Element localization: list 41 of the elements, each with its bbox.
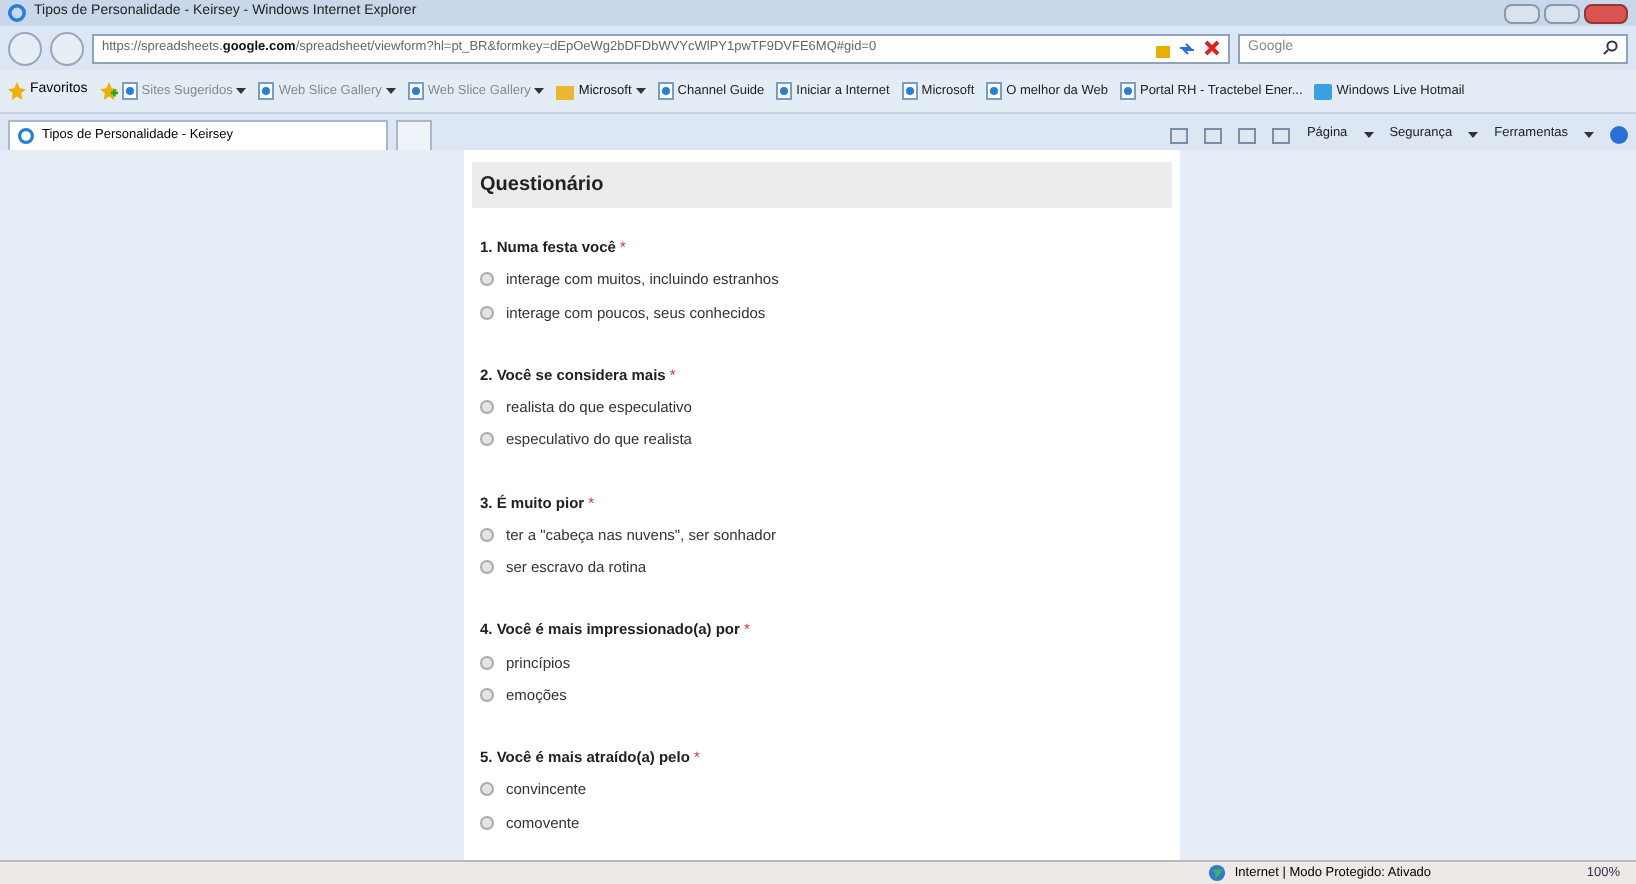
globe-icon xyxy=(1208,864,1227,882)
radio-button[interactable] xyxy=(480,400,494,415)
stop-icon xyxy=(1204,40,1220,56)
browser-logo-icon xyxy=(8,4,26,22)
radio-button[interactable] xyxy=(480,527,494,542)
add-favorite-icon[interactable] xyxy=(99,82,118,100)
star-icon xyxy=(8,82,26,100)
page-icon xyxy=(776,82,793,100)
search-icon xyxy=(1602,40,1618,56)
page-icon xyxy=(407,82,424,100)
dropdown-icon[interactable] xyxy=(635,88,646,94)
radio-button[interactable] xyxy=(480,560,494,575)
page-icon xyxy=(901,82,918,100)
browser-logo-icon xyxy=(18,128,34,144)
radio-button[interactable] xyxy=(480,432,494,447)
radio-button[interactable] xyxy=(480,272,494,287)
dropdown-icon[interactable] xyxy=(534,88,545,94)
dropdown-icon[interactable] xyxy=(1468,131,1479,138)
radio-button[interactable] xyxy=(480,687,494,702)
dropdown-icon[interactable] xyxy=(236,88,247,94)
radio-button[interactable] xyxy=(480,655,494,670)
dropdown-icon[interactable] xyxy=(1584,131,1594,138)
radio-button[interactable] xyxy=(480,782,494,797)
close-button[interactable] xyxy=(1584,3,1628,23)
back-button[interactable] xyxy=(8,31,42,65)
radio-button[interactable] xyxy=(480,815,494,830)
page-icon xyxy=(1119,82,1136,100)
form-header: Questionário xyxy=(472,162,1172,208)
dropdown-icon[interactable] xyxy=(385,88,396,94)
page-icon xyxy=(986,82,1003,100)
new-tab-button[interactable] xyxy=(396,120,432,150)
folder-icon xyxy=(556,83,575,99)
page-icon xyxy=(258,82,275,100)
refresh-icon xyxy=(1178,39,1196,57)
dropdown-icon[interactable] xyxy=(1363,131,1374,138)
minimize-button[interactable] xyxy=(1504,3,1540,23)
page-icon xyxy=(121,82,138,100)
radio-button[interactable] xyxy=(480,305,494,320)
forward-button[interactable] xyxy=(50,31,84,65)
restore-button[interactable] xyxy=(1544,3,1580,23)
page-icon xyxy=(657,82,674,100)
